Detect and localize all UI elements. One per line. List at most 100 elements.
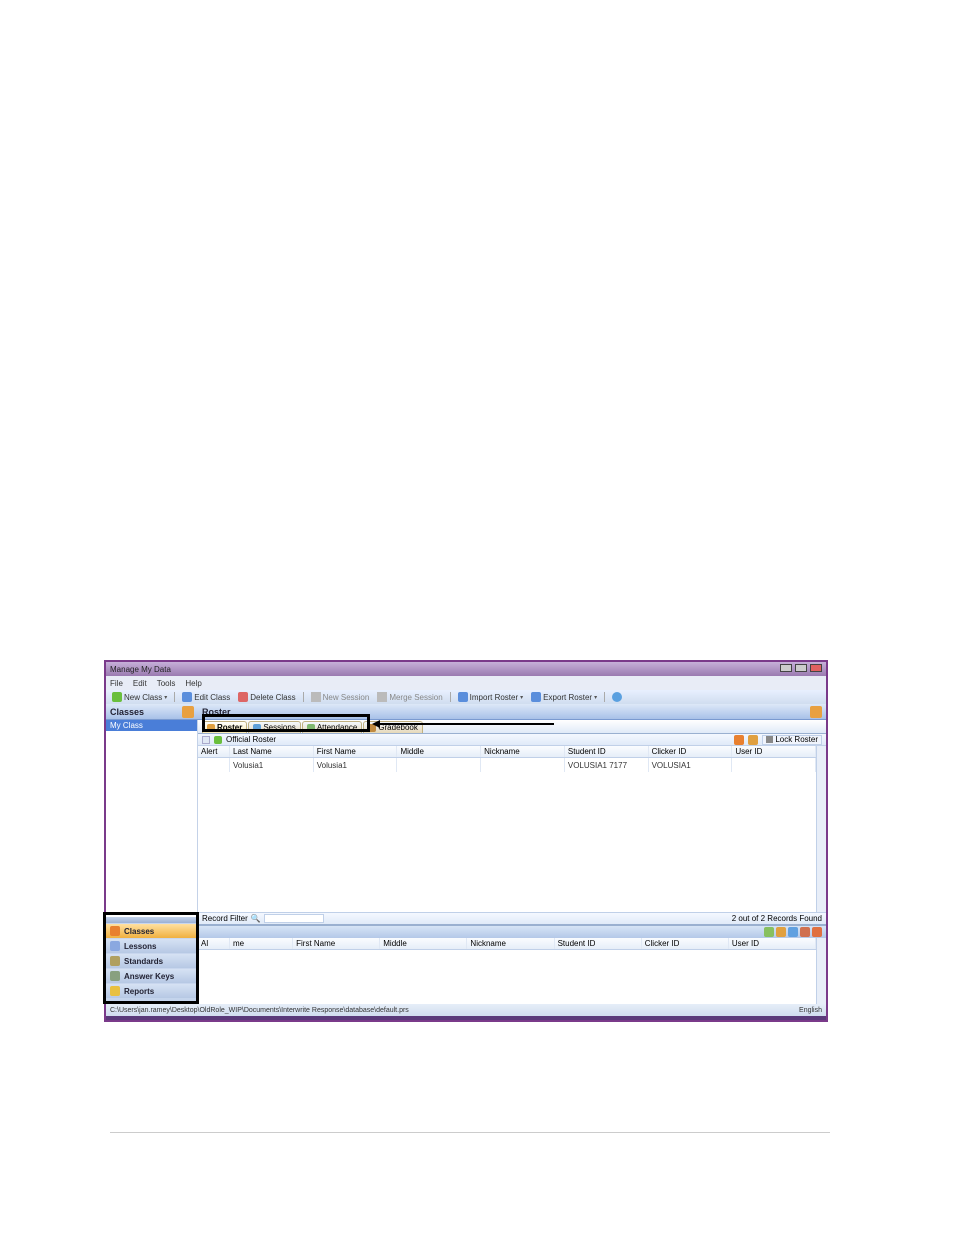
record-filter-input[interactable]: [264, 914, 324, 923]
cell-clicker-id: VOLUSIA1: [649, 758, 733, 772]
window-title: Manage My Data: [110, 665, 171, 674]
lock-roster-button[interactable]: Lock Roster: [762, 735, 822, 745]
tab-roster[interactable]: Roster: [202, 721, 247, 733]
nav-lessons[interactable]: Lessons: [106, 938, 198, 953]
separator: [303, 692, 304, 702]
nav-label: Answer Keys: [124, 972, 174, 981]
close-button[interactable]: [810, 664, 822, 672]
table-row[interactable]: Volusia1 Volusia1 VOLUSIA1 7177 VOLUSIA1: [198, 758, 816, 772]
sessions-icon: [253, 724, 261, 732]
maximize-button[interactable]: [795, 664, 807, 672]
import-roster-icon: [458, 692, 468, 702]
cell-first-name: Volusia1: [314, 758, 398, 772]
window-controls: [779, 664, 822, 674]
new-class-icon: [112, 692, 122, 702]
roster-panel-icon[interactable]: [810, 706, 822, 718]
action-icon[interactable]: [764, 927, 774, 937]
roster-grid[interactable]: Alert Last Name First Name Middle Nickna…: [198, 746, 816, 912]
col-first-name[interactable]: First Name: [314, 746, 398, 757]
lower-panel-header: [198, 926, 826, 938]
record-count-status: 2 out of 2 Records Found: [732, 914, 822, 923]
col-nickname[interactable]: Nickname: [481, 746, 565, 757]
col-student-id[interactable]: Student ID: [565, 746, 649, 757]
grid-header: Alert Last Name First Name Middle Nickna…: [198, 746, 816, 758]
col-student-id[interactable]: Student ID: [555, 938, 642, 949]
collapse-icon[interactable]: [202, 736, 210, 744]
menu-edit[interactable]: Edit: [133, 679, 147, 688]
tab-sessions[interactable]: Sessions: [248, 721, 300, 733]
col-middle[interactable]: Middle: [397, 746, 481, 757]
lower-grid[interactable]: Al me First Name Middle Nickname Student…: [198, 938, 816, 1004]
official-roster-label: Official Roster: [226, 735, 276, 744]
menu-bar: File Edit Tools Help: [106, 676, 826, 690]
help-button[interactable]: [609, 692, 625, 702]
minimize-button[interactable]: [780, 664, 792, 672]
action-icon[interactable]: [788, 927, 798, 937]
tab-attendance[interactable]: Attendance: [302, 721, 362, 733]
col-clicker-id[interactable]: Clicker ID: [642, 938, 729, 949]
toolbar: New Class▾ Edit Class Delete Class New S…: [106, 690, 826, 704]
status-bar: C:\Users\jan.ramey\Desktop\OldRole_WIP\D…: [106, 1004, 826, 1016]
page-divider: [110, 1132, 830, 1133]
vertical-scrollbar[interactable]: [816, 938, 826, 1004]
col-alert[interactable]: Alert: [198, 746, 230, 757]
col-suffix[interactable]: me: [230, 938, 293, 949]
nav-footer: [106, 998, 198, 1004]
tab-label: Roster: [217, 723, 242, 732]
roster-grid-wrap: Alert Last Name First Name Middle Nickna…: [198, 746, 826, 912]
col-clicker-id[interactable]: Clicker ID: [649, 746, 733, 757]
import-roster-button[interactable]: Import Roster▾: [455, 692, 526, 702]
help-icon: [612, 692, 622, 702]
menu-help[interactable]: Help: [185, 679, 201, 688]
new-class-button[interactable]: New Class▾: [109, 692, 170, 702]
chevron-down-icon[interactable]: ▾: [164, 694, 167, 701]
action-icon[interactable]: [776, 927, 786, 937]
classes-panel-icon[interactable]: [182, 706, 194, 718]
col-first-name[interactable]: First Name: [293, 938, 380, 949]
classes-icon: [110, 926, 120, 936]
col-alert[interactable]: Al: [198, 938, 230, 949]
action-icon[interactable]: [734, 735, 744, 745]
chevron-down-icon[interactable]: ▾: [594, 694, 597, 701]
cell-student-id: VOLUSIA1 7177: [565, 758, 649, 772]
class-item[interactable]: My Class: [106, 720, 197, 731]
vertical-scrollbar[interactable]: [816, 746, 826, 912]
search-icon: 🔍: [251, 914, 261, 923]
nav-answer-keys[interactable]: Answer Keys: [106, 968, 198, 983]
nav-standards[interactable]: Standards: [106, 953, 198, 968]
separator: [174, 692, 175, 702]
col-middle[interactable]: Middle: [380, 938, 467, 949]
action-icon[interactable]: [800, 927, 810, 937]
col-nickname[interactable]: Nickname: [467, 938, 554, 949]
cell-nickname: [481, 758, 565, 772]
merge-session-button[interactable]: Merge Session: [374, 692, 445, 702]
col-user-id[interactable]: User ID: [729, 938, 816, 949]
roster-panel-header: Roster: [198, 704, 826, 720]
cell-middle: [397, 758, 481, 772]
grid-header: Al me First Name Middle Nickname Student…: [198, 938, 816, 950]
export-roster-button[interactable]: Export Roster▾: [528, 692, 600, 702]
annotation-arrow: [378, 723, 554, 725]
roster-status-icon: [214, 736, 222, 744]
nav-label: Classes: [124, 927, 154, 936]
action-icon[interactable]: [748, 735, 758, 745]
nav-label: Standards: [124, 957, 163, 966]
action-icon[interactable]: [812, 927, 822, 937]
export-roster-icon: [531, 692, 541, 702]
status-path: C:\Users\jan.ramey\Desktop\OldRole_WIP\D…: [110, 1007, 409, 1014]
cell-user-id: [732, 758, 816, 772]
record-filter-bar: Record Filter 🔍 2 out of 2 Records Found: [198, 912, 826, 924]
col-user-id[interactable]: User ID: [732, 746, 816, 757]
tab-label: Attendance: [317, 723, 357, 732]
col-last-name[interactable]: Last Name: [230, 746, 314, 757]
edit-class-button[interactable]: Edit Class: [179, 692, 233, 702]
chevron-down-icon[interactable]: ▾: [520, 694, 523, 701]
new-session-button[interactable]: New Session: [308, 692, 373, 702]
nav-label: Reports: [124, 987, 154, 996]
menu-tools[interactable]: Tools: [157, 679, 176, 688]
delete-class-button[interactable]: Delete Class: [235, 692, 298, 702]
nav-classes[interactable]: Classes: [106, 923, 198, 938]
menu-file[interactable]: File: [110, 679, 123, 688]
nav-reports[interactable]: Reports: [106, 983, 198, 998]
cell-alert: [198, 758, 230, 772]
